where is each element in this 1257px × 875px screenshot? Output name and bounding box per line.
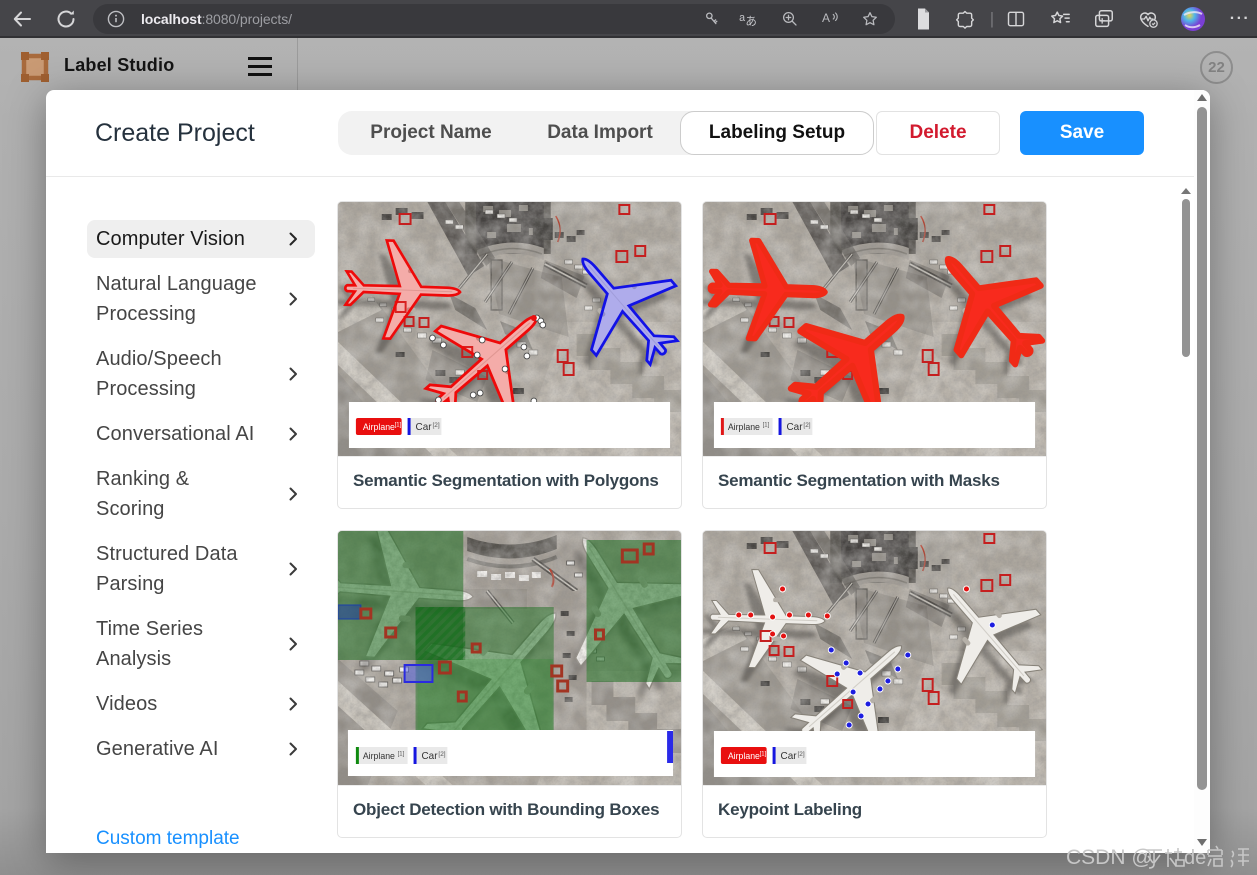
svg-text:[1]: [1] (763, 422, 770, 428)
svg-text:de: de (1184, 847, 1206, 869)
svg-text:[1]: [1] (398, 751, 405, 757)
svg-text:Airplane: Airplane (728, 751, 760, 761)
svg-text:A: A (822, 11, 830, 25)
svg-text:CSDN @: CSDN @ (1066, 846, 1153, 869)
svg-text:a: a (739, 12, 745, 24)
svg-text:Airplane: Airplane (363, 751, 395, 761)
svg-text:Airplane: Airplane (363, 422, 395, 432)
svg-text:Airplane: Airplane (728, 422, 760, 432)
svg-text:あ: あ (745, 15, 757, 27)
svg-text:[1]: [1] (395, 422, 402, 428)
svg-text:[1]: [1] (760, 751, 767, 757)
